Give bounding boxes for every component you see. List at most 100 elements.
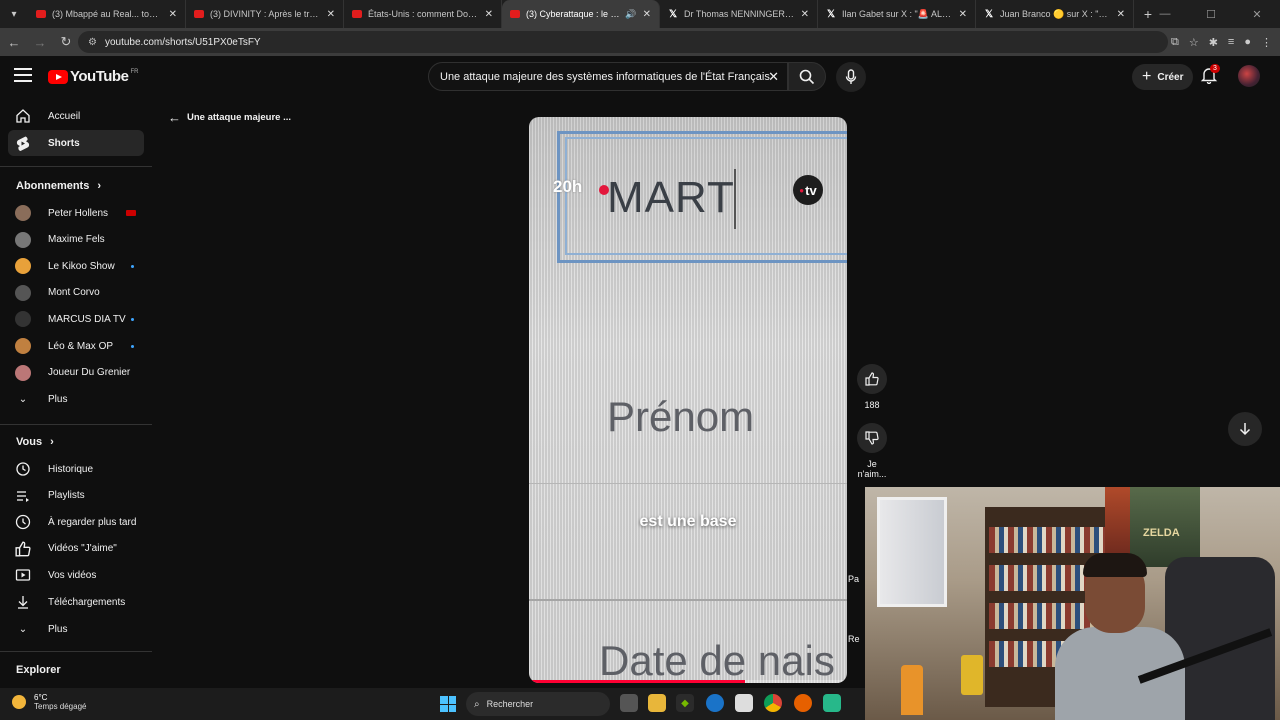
home-icon xyxy=(14,107,32,125)
dislike-button[interactable]: Je n'aim... xyxy=(852,423,892,479)
media-controls-icon[interactable]: ≡ xyxy=(1228,36,1234,48)
create-label: Créer xyxy=(1157,71,1184,83)
search-icon: ⌕ xyxy=(474,698,480,710)
minimize-icon[interactable]: — xyxy=(1142,0,1188,28)
notifications-button[interactable]: 3 xyxy=(1200,64,1222,88)
site-info-icon[interactable]: ⚙ xyxy=(88,37,97,48)
search-input[interactable]: Une attaque majeure des systèmes informa… xyxy=(428,62,788,91)
subscriptions-heading[interactable]: Abonnements › xyxy=(16,180,101,192)
video-overlay-text: MART xyxy=(607,173,735,222)
text-cursor xyxy=(734,169,736,229)
tab-title: États-Unis : comment Donald T xyxy=(368,9,479,19)
address-bar[interactable]: ⚙ youtube.com/shorts/U51PX0eTsFY xyxy=(78,31,1168,53)
search-button[interactable] xyxy=(788,62,826,91)
sidebar-item-channel[interactable]: Maxime Fels xyxy=(8,227,144,253)
voice-search-button[interactable] xyxy=(836,62,866,92)
sidebar-item-watch-later[interactable]: À regarder plus tard xyxy=(8,509,144,535)
browser-tab[interactable]: (3) DIVINITY : Après le trailer, L ✕ xyxy=(186,0,344,28)
sidebar-item-more-you[interactable]: ⌄ Plus xyxy=(8,616,144,642)
audio-playing-icon[interactable]: 🔊 xyxy=(625,9,636,20)
browser-tab[interactable]: États-Unis : comment Donald T ✕ xyxy=(344,0,502,28)
tab-title: Juan Branco 🟡 sur X : "Une att xyxy=(1000,8,1111,19)
create-button[interactable]: + Créer xyxy=(1132,64,1194,90)
channel-avatar xyxy=(14,337,32,355)
store-icon[interactable] xyxy=(735,694,753,712)
close-tab-icon[interactable]: ✕ xyxy=(169,9,177,20)
watch-later-icon xyxy=(14,513,32,531)
extensions-icon[interactable]: ✱ xyxy=(1209,36,1218,49)
firefox-icon[interactable] xyxy=(794,694,812,712)
like-button[interactable]: 188 xyxy=(852,364,892,410)
edge-icon[interactable] xyxy=(706,694,724,712)
video-progress-bar[interactable] xyxy=(529,680,847,683)
close-tab-icon[interactable]: ✕ xyxy=(1117,9,1125,20)
install-app-icon[interactable]: ⧉ xyxy=(1171,36,1179,49)
maximize-icon[interactable]: ☐ xyxy=(1188,0,1234,28)
sidebar-item-label: Maxime Fels xyxy=(48,234,105,246)
youtube-play-icon xyxy=(48,69,68,84)
chrome-icon[interactable] xyxy=(764,694,782,712)
weather-widget[interactable]: 6°C Temps dégagé xyxy=(12,693,86,711)
sidebar-item-more-subs[interactable]: ⌄ Plus xyxy=(8,386,144,412)
divider xyxy=(0,424,152,425)
taskbar-search[interactable]: ⌕ Rechercher xyxy=(466,692,610,716)
sidebar-item-label: Plus xyxy=(48,393,68,405)
nvidia-icon[interactable]: ◆ xyxy=(676,694,694,712)
menu-icon[interactable] xyxy=(14,68,32,82)
close-tab-icon[interactable]: ✕ xyxy=(801,9,809,20)
app-icon[interactable] xyxy=(823,694,841,712)
sidebar-item-label: Le Kikoo Show xyxy=(48,260,115,272)
close-tab-icon[interactable]: ✕ xyxy=(959,9,967,20)
browser-tab[interactable]: 𝕏 Juan Branco 🟡 sur X : "Une att ✕ xyxy=(976,0,1134,28)
sidebar-item-your-videos[interactable]: Vos vidéos xyxy=(8,562,144,588)
account-avatar[interactable] xyxy=(1238,65,1260,87)
sidebar-item-channel[interactable]: Joueur Du Grenier xyxy=(8,360,144,386)
browser-tab[interactable]: (3) Mbappé au Real... touché pa ✕ xyxy=(28,0,186,28)
close-tab-icon[interactable]: ✕ xyxy=(327,9,335,20)
tab-search-icon[interactable]: ▾ xyxy=(0,0,28,28)
back-to-search-link[interactable]: ← Une attaque majeure ... xyxy=(168,110,291,125)
sidebar-item-label: Vidéos "J'aime" xyxy=(48,543,117,555)
task-view-icon[interactable] xyxy=(620,694,638,712)
sidebar-item-thumbs-up[interactable]: Vidéos "J'aime" xyxy=(8,536,144,562)
sidebar-item-playlists[interactable]: Playlists xyxy=(8,483,144,509)
back-icon[interactable]: ← xyxy=(2,30,26,54)
youtube-logo[interactable]: YouTube FR xyxy=(48,68,138,85)
sidebar-item-channel[interactable]: Mont Corvo xyxy=(8,280,144,306)
sidebar-item-channel[interactable]: Peter Hollens xyxy=(8,200,144,226)
reload-icon[interactable]: ↻ xyxy=(54,30,78,54)
sidebar-item-channel[interactable]: Le Kikoo Show xyxy=(8,253,144,279)
close-tab-icon[interactable]: ✕ xyxy=(485,9,493,20)
video-field-prenom: Prénom xyxy=(607,393,755,440)
tab-title: Ilan Gabet sur X : "🚨 ALERTE l xyxy=(842,8,953,19)
sidebar-item-history[interactable]: Historique xyxy=(8,456,144,482)
sidebar-item-home[interactable]: Accueil xyxy=(8,103,144,129)
clear-search-icon[interactable]: ✕ xyxy=(768,69,779,85)
next-short-button[interactable] xyxy=(1228,412,1262,446)
you-heading[interactable]: Vous › xyxy=(16,436,54,448)
shorts-video-player[interactable]: 20h MART ● tv Prénom est une base Date de… xyxy=(529,117,847,683)
windows-start-icon[interactable] xyxy=(440,696,456,712)
close-window-icon[interactable]: ✕ xyxy=(1234,0,1280,28)
sidebar-item-download[interactable]: Téléchargements xyxy=(8,589,144,615)
profile-icon[interactable]: ● xyxy=(1244,36,1251,48)
taskbar-search-placeholder: Rechercher xyxy=(486,699,534,709)
browser-menu-icon[interactable]: ⋮ xyxy=(1261,36,1272,49)
shorts-icon xyxy=(14,134,32,152)
sidebar-item-shorts[interactable]: Shorts xyxy=(8,130,144,156)
browser-tab[interactable]: 𝕏 Ilan Gabet sur X : "🚨 ALERTE l ✕ xyxy=(818,0,976,28)
sidebar-item-label: Vos vidéos xyxy=(48,569,97,581)
chevron-right-icon: › xyxy=(97,180,102,192)
webcam-jar xyxy=(961,655,983,695)
sidebar-item-channel[interactable]: Léo & Max OP xyxy=(8,333,144,359)
bookmark-star-icon[interactable]: ☆ xyxy=(1189,36,1199,49)
forward-icon[interactable]: → xyxy=(28,30,52,54)
zelda-poster-logo: ZELDA xyxy=(1143,527,1180,539)
file-explorer-icon[interactable] xyxy=(648,694,666,712)
explore-heading-label: Explorer xyxy=(16,664,61,676)
sidebar-item-channel[interactable]: MARCUS DIA TV xyxy=(8,306,144,332)
close-tab-icon[interactable]: ✕ xyxy=(643,9,651,20)
browser-tab[interactable]: 𝕏 Dr Thomas NENNINGER sur X : ✕ xyxy=(660,0,818,28)
download-icon xyxy=(14,593,32,611)
browser-tab[interactable]: (3) Cyberattaque : le ministè 🔊 ✕ xyxy=(502,0,660,28)
